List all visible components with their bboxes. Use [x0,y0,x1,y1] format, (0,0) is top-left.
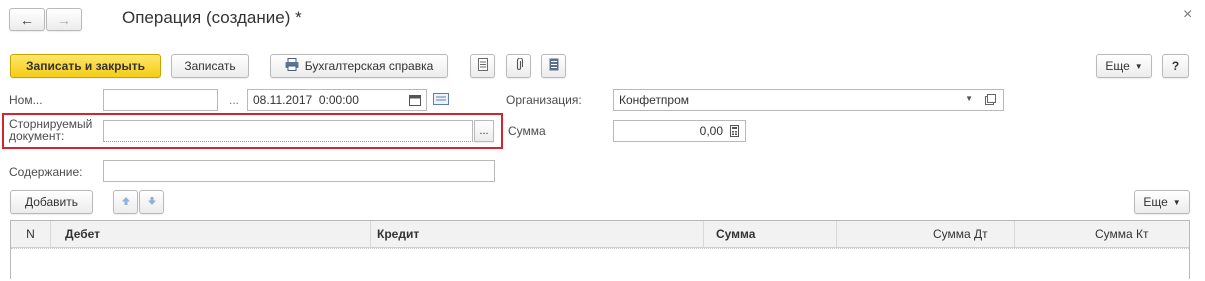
table-more-button[interactable]: Еще ▼ [1134,190,1190,214]
calculator-icon[interactable] [730,125,739,140]
arrow-up-icon [121,195,131,209]
ellipsis-icon: ... [479,125,489,137]
table-more-label: Еще [1143,195,1168,209]
organization-label: Организация: [506,93,582,107]
save-button[interactable]: Записать [171,54,249,78]
column-header-credit[interactable]: Кредит [371,221,704,247]
reversed-document-label: Сторнируемый документ: [9,118,92,142]
entries-table: N Дебет Кредит Сумма Сумма Дт Сумма Кт [10,220,1190,279]
reversed-document-label-line2: документ: [9,129,65,143]
dropdown-icon[interactable]: ▼ [965,94,973,103]
open-icon[interactable] [985,94,996,108]
accounting-reference-label: Бухгалтерская справка [304,59,434,73]
attach-button[interactable] [506,54,531,78]
chevron-down-icon: ▼ [1134,61,1143,71]
amount-label: Сумма [508,124,546,138]
move-down-button[interactable] [139,190,164,214]
number-input[interactable] [103,89,218,111]
arrow-down-icon [147,195,157,209]
move-up-button[interactable] [113,190,138,214]
help-button[interactable]: ? [1162,54,1189,78]
column-header-debit[interactable]: Дебет [51,221,371,247]
structure-button[interactable] [541,54,566,78]
add-row-button[interactable]: Добавить [10,190,93,214]
list-icon [549,58,559,74]
close-icon[interactable]: × [1183,6,1192,24]
amount-value: 0,00 [699,124,723,138]
chevron-down-icon: ▼ [1172,197,1181,207]
organization-input[interactable]: Конфетпром ▼ [613,89,1004,111]
report-button[interactable] [470,54,495,78]
content-input[interactable] [103,160,495,182]
column-header-amount[interactable]: Сумма [704,221,837,247]
calendar-icon[interactable] [409,94,421,109]
number-label: Ном... [9,93,43,107]
paperclip-icon [515,57,523,74]
date-prefix-label: ... [229,93,240,107]
amount-input[interactable]: 0,00 [613,120,746,142]
reversed-document-input[interactable] [103,120,473,142]
column-header-amount-dt[interactable]: Сумма Дт [837,221,1015,247]
save-and-close-button[interactable]: Записать и закрыть [10,54,161,78]
date-input[interactable]: 08.11.2017 0:00:00 [247,89,427,111]
document-icon [477,58,488,74]
accounting-reference-button[interactable]: Бухгалтерская справка [270,54,448,78]
printer-icon [285,58,299,74]
content-label: Содержание: [9,165,83,179]
column-header-amount-kt[interactable]: Сумма Кт [1015,221,1189,247]
arrow-left-icon: ← [20,11,34,28]
forward-button[interactable]: → [46,8,82,31]
table-header: N Дебет Кредит Сумма Сумма Дт Сумма Кт [11,221,1189,248]
more-label: Еще [1105,59,1130,73]
info-panel-icon[interactable] [433,93,449,108]
organization-value: Конфетпром [619,93,690,107]
arrow-right-icon: → [57,11,71,28]
column-header-n[interactable]: N [11,221,51,247]
more-button[interactable]: Еще ▼ [1096,54,1152,78]
select-reversed-document-button[interactable]: ... [474,120,494,142]
back-button[interactable]: ← [9,8,45,31]
page-title: Операция (создание) * [122,8,302,27]
table-body [11,248,1189,281]
date-value: 08.11.2017 0:00:00 [253,93,359,107]
